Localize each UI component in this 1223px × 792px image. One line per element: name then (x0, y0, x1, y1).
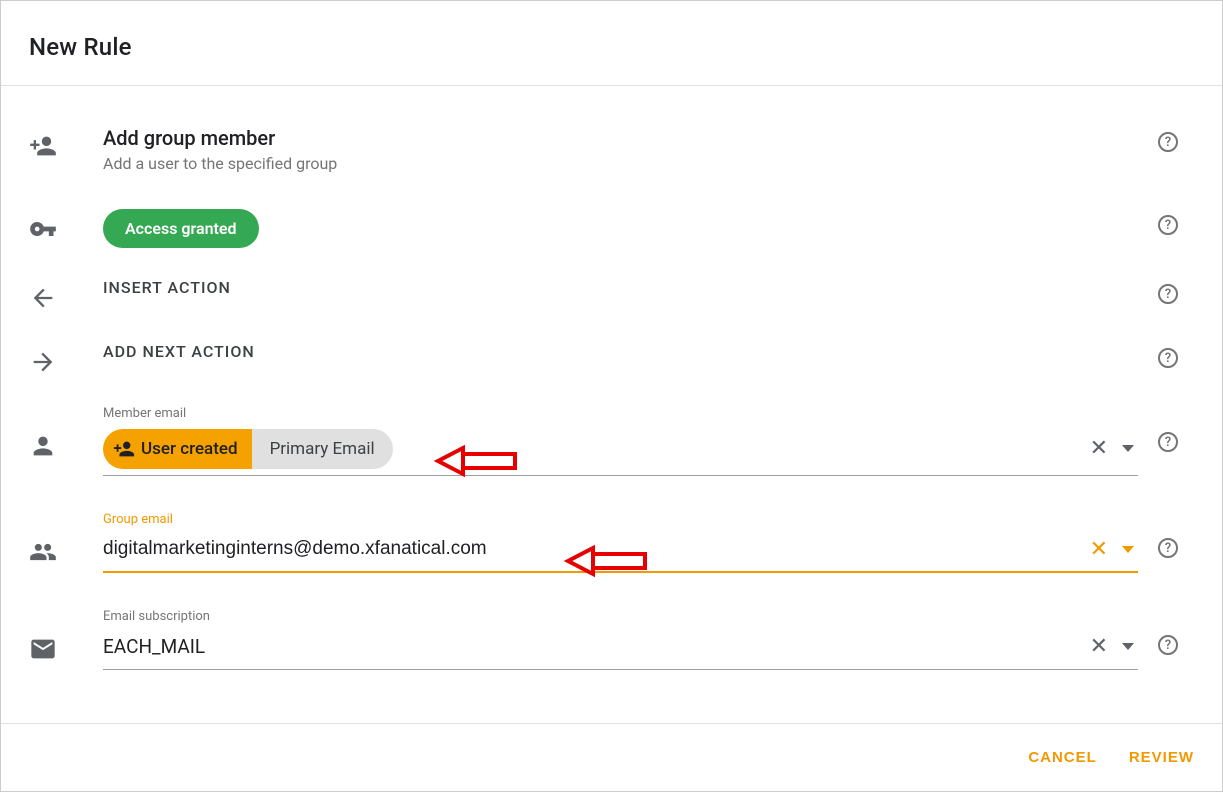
clear-icon[interactable]: ✕ (1086, 537, 1112, 562)
insert-action-body: INSERT ACTION (103, 278, 1138, 297)
group-email-row: Group email ✕ ? (1, 512, 1222, 609)
email-subscription-row: Email subscription EACH_MAIL ✕ ? (1, 609, 1222, 706)
person-add-icon (113, 438, 135, 460)
dropdown-icon[interactable] (1122, 546, 1134, 553)
chip-secondary-label: Primary Email (252, 429, 393, 469)
access-granted-badge[interactable]: Access granted (103, 209, 259, 248)
dialog-content[interactable]: Add group member Add a user to the speci… (1, 86, 1222, 718)
clear-icon[interactable]: ✕ (1086, 436, 1112, 461)
member-email-row: Member email User created Primary Email (1, 406, 1222, 512)
dialog-header: New Rule (1, 1, 1222, 85)
access-row: Access granted ? (1, 209, 1222, 278)
insert-action-row[interactable]: INSERT ACTION ? (1, 278, 1222, 342)
mail-icon (25, 609, 103, 663)
action-subtitle: Add a user to the specified group (103, 154, 1138, 173)
action-title: Add group member (103, 126, 1138, 150)
member-email-field[interactable]: Member email User created Primary Email (103, 406, 1138, 476)
action-body: Add group member Add a user to the speci… (103, 126, 1138, 173)
dialog-footer: CANCEL REVIEW (1, 723, 1222, 791)
person-icon (25, 406, 103, 460)
help-icon[interactable]: ? (1158, 348, 1178, 368)
arrow-left-icon (25, 278, 103, 312)
cancel-button[interactable]: CANCEL (1028, 749, 1097, 766)
help-icon[interactable]: ? (1158, 538, 1178, 558)
insert-action-label: INSERT ACTION (103, 278, 1138, 297)
action-row: Add group member Add a user to the speci… (1, 126, 1222, 209)
email-subscription-label: Email subscription (103, 609, 1138, 624)
add-member-icon (25, 126, 103, 160)
content-wrap: Add group member Add a user to the speci… (1, 86, 1222, 718)
arrow-right-icon (25, 342, 103, 376)
group-email-input[interactable] (103, 534, 1086, 564)
member-email-label: Member email (103, 406, 1138, 421)
help-icon[interactable]: ? (1158, 132, 1178, 152)
help-icon[interactable]: ? (1158, 635, 1178, 655)
help-icon[interactable]: ? (1158, 284, 1178, 304)
access-body: Access granted (103, 209, 1138, 248)
help-icon[interactable]: ? (1158, 432, 1178, 452)
help-icon[interactable]: ? (1158, 215, 1178, 235)
help-wrap: ? (1138, 126, 1198, 152)
email-subscription-value: EACH_MAIL (103, 631, 1086, 662)
group-email-field[interactable]: Group email ✕ (103, 512, 1138, 573)
review-button[interactable]: REVIEW (1129, 749, 1194, 766)
dropdown-icon[interactable] (1122, 445, 1134, 452)
key-icon (25, 209, 103, 243)
member-email-chip[interactable]: User created Primary Email (103, 429, 393, 469)
dropdown-icon[interactable] (1122, 643, 1134, 650)
group-email-label: Group email (103, 512, 1138, 527)
add-next-action-row[interactable]: ADD NEXT ACTION ? (1, 342, 1222, 406)
group-icon (25, 512, 103, 566)
new-rule-dialog: New Rule Add group member Add a user to … (0, 0, 1223, 792)
chip-primary-label: User created (141, 439, 238, 459)
email-subscription-field[interactable]: Email subscription EACH_MAIL ✕ (103, 609, 1138, 670)
clear-icon[interactable]: ✕ (1086, 634, 1112, 659)
chip-user-created: User created (103, 429, 252, 469)
add-next-action-label: ADD NEXT ACTION (103, 342, 1138, 361)
dialog-title: New Rule (29, 33, 1194, 61)
